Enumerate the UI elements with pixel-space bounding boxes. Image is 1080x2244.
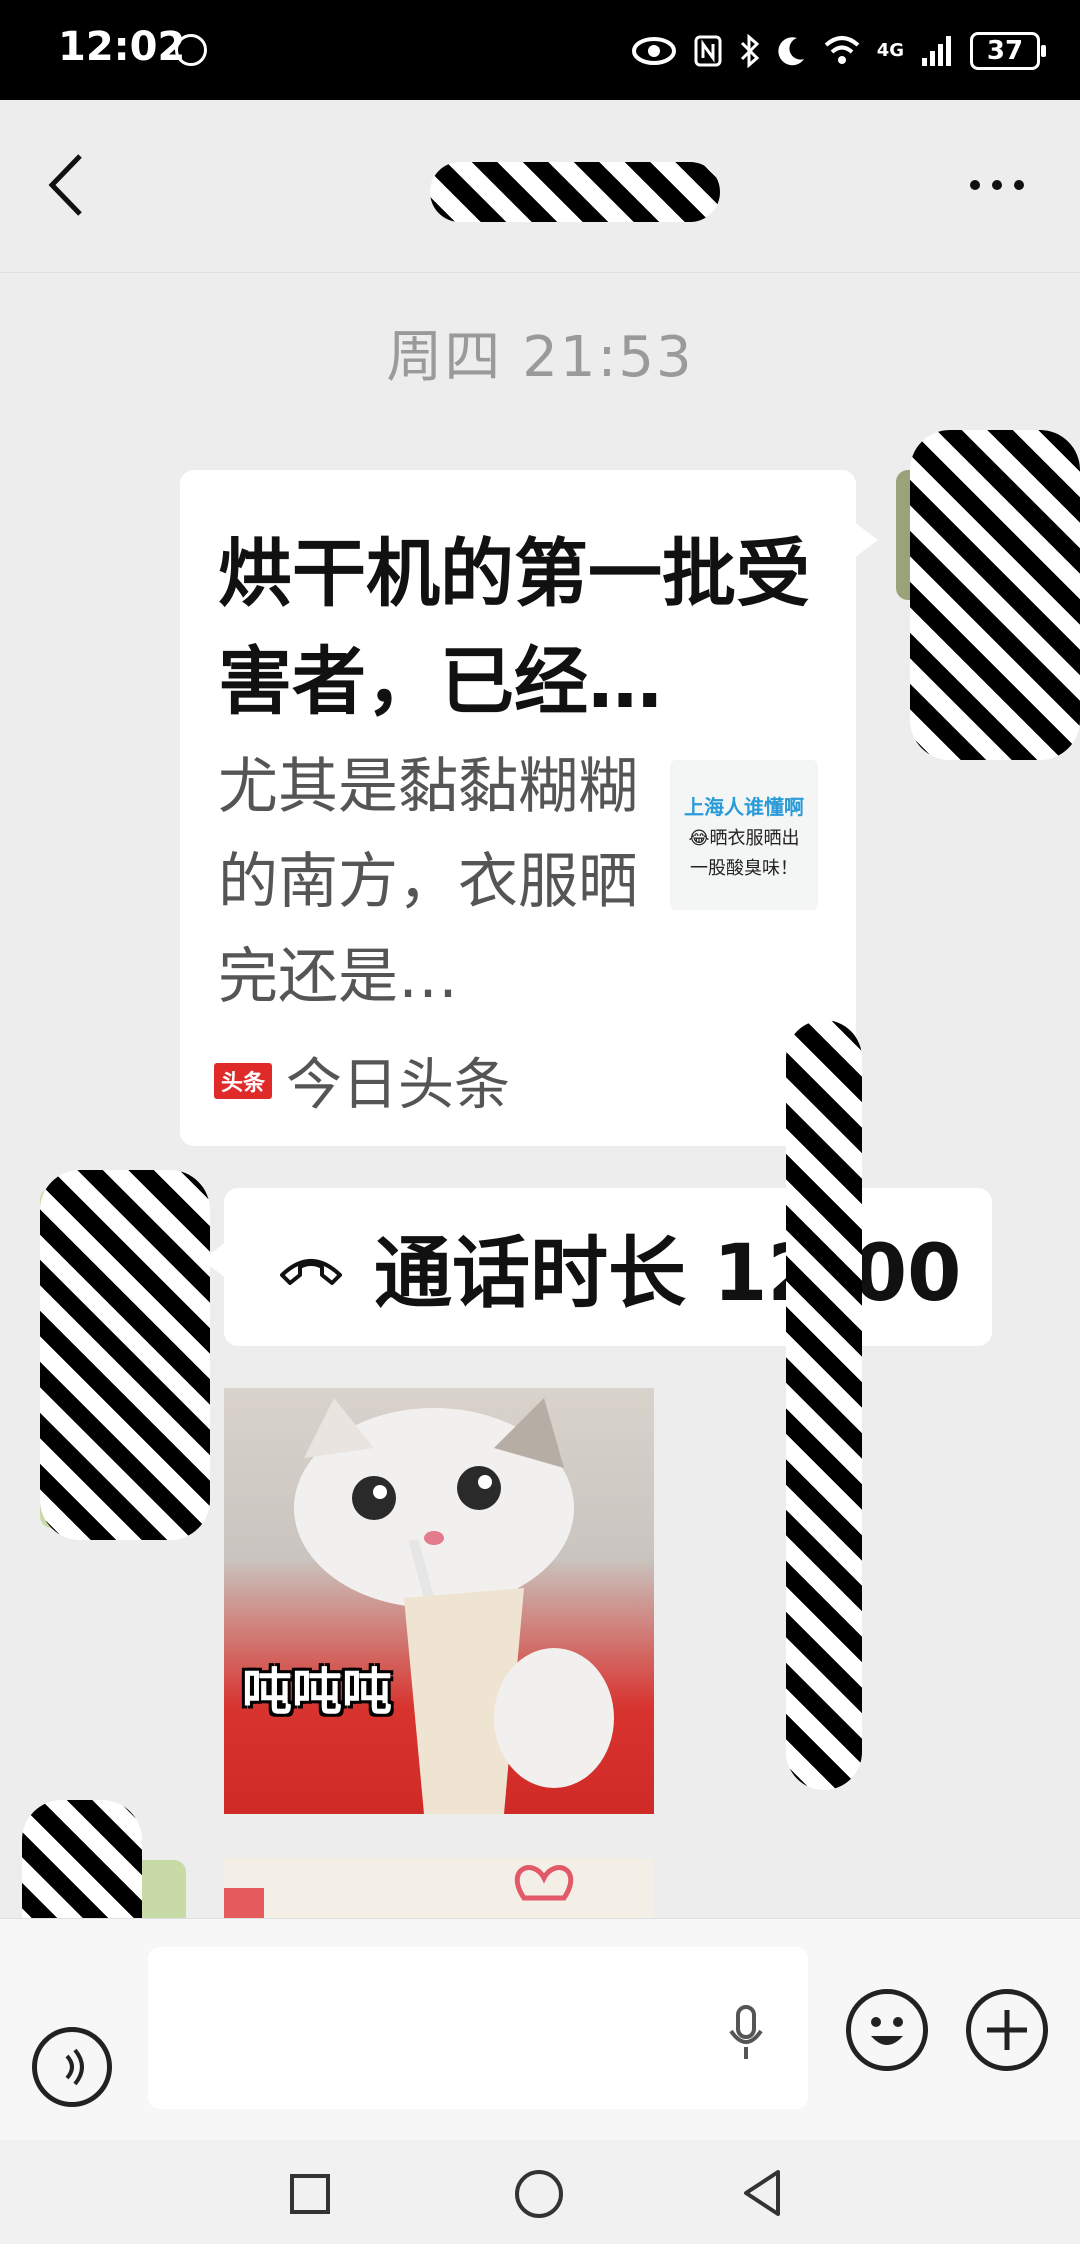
toutiao-logo-icon: 头条 xyxy=(214,1062,272,1099)
call-duration-message[interactable]: 通话时长 12:00 xyxy=(202,1188,992,1346)
cat-illustration xyxy=(294,1398,614,1814)
back-button[interactable] xyxy=(46,150,106,230)
recent-apps-button[interactable] xyxy=(290,2174,330,2214)
link-card-source: 头条 今日头条 xyxy=(214,1040,510,1121)
heart-shape xyxy=(224,1865,574,1920)
signal-icon xyxy=(922,36,951,66)
microphone-icon[interactable] xyxy=(726,2003,766,2063)
status-bar: 12:02 4G 37 xyxy=(0,0,1080,100)
partial-sticker-image[interactable] xyxy=(224,1858,654,1920)
voice-icon xyxy=(65,2048,84,2086)
call-duration-text: 通话时长 12:00 xyxy=(374,1229,962,1319)
bluetooth-icon xyxy=(740,34,759,68)
wifi-icon xyxy=(824,36,860,64)
link-card-thumbnail: 上海人谁懂啊 😂晒衣服晒出 一股酸臭味！ xyxy=(670,760,818,910)
plus-icon xyxy=(987,2010,1027,2050)
voice-input-button[interactable] xyxy=(32,2027,112,2107)
thumb-text-2: 😂晒衣服晒出 xyxy=(688,827,800,849)
nfc-icon xyxy=(694,35,722,67)
emoji-icon xyxy=(871,2017,903,2045)
thumb-text-3: 一股酸臭味！ xyxy=(690,857,798,879)
emoji-button[interactable] xyxy=(846,1989,928,2071)
network-type: 4G xyxy=(876,40,904,61)
link-card-title: 烘干机的第一批受害者，已经… xyxy=(218,531,810,725)
nav-back-icon[interactable] xyxy=(740,2168,784,2218)
chevron-left-icon xyxy=(48,154,82,216)
phone-hangup-icon xyxy=(280,1259,342,1285)
status-time: 12:02 xyxy=(58,24,186,70)
battery-level: 37 xyxy=(986,36,1024,66)
moon-icon xyxy=(778,37,804,66)
chat-header xyxy=(0,100,1080,273)
redaction-scribble xyxy=(910,430,1080,760)
link-card-description: 尤其是黏黏糊糊的南方，衣服晒完还是… xyxy=(218,752,638,1012)
more-actions-button[interactable] xyxy=(966,1989,1048,2071)
sticker-caption: 吨吨吨 xyxy=(242,1663,392,1721)
message-timestamp: 周四 21:53 xyxy=(386,325,694,390)
eye-icon xyxy=(631,37,676,65)
redaction-scribble xyxy=(40,1170,210,1540)
notification-badge-icon xyxy=(175,34,207,66)
cat-sticker-image[interactable]: 吨吨吨 xyxy=(224,1388,654,1814)
source-name: 今日头条 xyxy=(286,1053,510,1118)
more-button[interactable] xyxy=(970,180,1024,190)
link-card-message[interactable]: 烘干机的第一批受害者，已经… 尤其是黏黏糊糊的南方，衣服晒完还是… 上海人谁懂啊… xyxy=(180,470,878,1146)
chat-input-bar xyxy=(0,1918,1080,2141)
more-icon xyxy=(970,180,980,190)
contact-name-redacted xyxy=(430,162,720,222)
message-input[interactable] xyxy=(148,1947,808,2109)
redaction-scribble xyxy=(786,1020,862,1790)
status-icons: 4G 37 xyxy=(631,26,1046,76)
battery-icon: 37 xyxy=(970,32,1046,70)
home-button[interactable] xyxy=(515,2170,563,2218)
system-nav-bar xyxy=(0,2140,1080,2244)
thumb-text-1: 上海人谁懂啊 xyxy=(684,794,804,819)
